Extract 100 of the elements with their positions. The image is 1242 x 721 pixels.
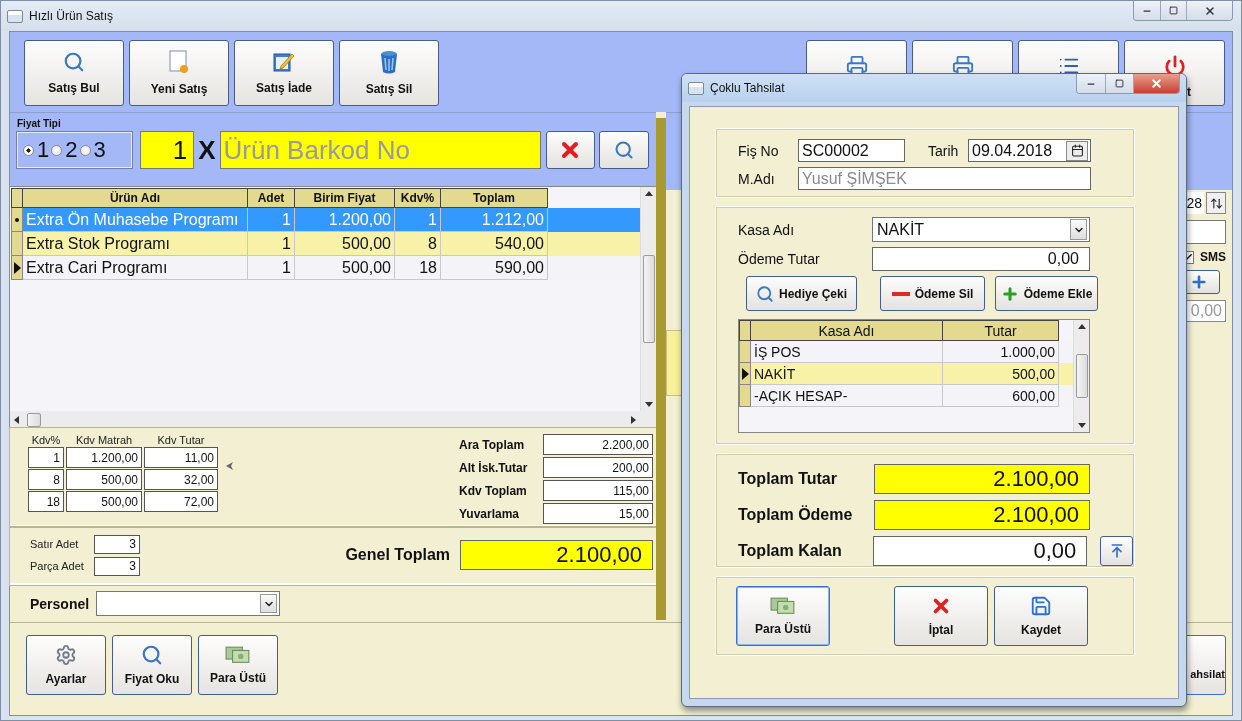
table-cell: 590,00 — [441, 256, 548, 280]
grand-total-field: 2.100,00 — [460, 540, 653, 570]
summary-field: 2.200,00 — [543, 434, 653, 455]
grand-total-label: Genel Toplam — [345, 546, 450, 564]
column-header[interactable]: Tutar — [943, 320, 1059, 341]
toolbar-button[interactable]: Satış İade — [234, 40, 334, 106]
transfer-button[interactable] — [1100, 536, 1133, 566]
window-icon — [7, 9, 23, 23]
column-header[interactable]: Ürün Adı — [23, 188, 248, 208]
header-corner — [739, 320, 751, 341]
collapse-icon — [226, 462, 233, 470]
scrollbar-thumb[interactable] — [1075, 354, 1088, 398]
action-button[interactable]: Para Üstü — [736, 586, 830, 646]
close-icon — [1203, 4, 1216, 17]
plus-icon — [1000, 284, 1019, 303]
radio-option[interactable]: 1 — [23, 137, 50, 163]
table-cell: 500,00 — [295, 256, 395, 280]
table-cell: -AÇIK HESAP- — [751, 385, 943, 407]
header-corner — [11, 188, 23, 208]
total-field: 2.100,00 — [874, 500, 1090, 530]
table-cell: 1 — [28, 447, 64, 468]
minus-icon — [891, 291, 910, 296]
close-button[interactable] — [1133, 74, 1179, 93]
radio-button[interactable] — [51, 144, 63, 156]
column-header: Kdv Tutar — [156, 434, 206, 446]
table-cell: Extra Cari Programı — [23, 256, 248, 280]
times-sign: X — [198, 134, 216, 166]
search-icon — [614, 140, 635, 160]
spin-button[interactable] — [1206, 192, 1226, 214]
column-header[interactable]: Kasa Adı — [751, 320, 943, 341]
table-cell: 600,00 — [943, 385, 1059, 407]
search-icon — [755, 284, 774, 303]
table-row[interactable]: Extra Stok Programı 1 500,00 8 540,00 — [11, 232, 640, 256]
scrollbar[interactable] — [640, 187, 656, 411]
banknote-icon — [770, 596, 796, 616]
maximize-button[interactable] — [1160, 1, 1186, 20]
count-field: 3 — [94, 534, 140, 554]
radio-option[interactable]: 3 — [79, 137, 106, 163]
clear-button[interactable] — [545, 131, 596, 169]
personel-dropdown[interactable] — [96, 591, 280, 616]
action-button[interactable]: İptal — [894, 586, 988, 646]
action-button[interactable]: Kaydet — [994, 586, 1088, 646]
summary-label: Yuvarlama — [459, 506, 521, 521]
receipt-number-field[interactable]: SC00002 — [798, 139, 905, 162]
action-button[interactable]: Para Üstü — [198, 635, 278, 695]
date-field[interactable]: 09.04.2018 — [968, 139, 1091, 162]
minimize-button[interactable] — [1077, 74, 1105, 93]
action-button[interactable]: Fiyat Oku — [112, 635, 192, 695]
up-down-icon — [1209, 196, 1223, 210]
price-type-label: Fiyat Tipi — [17, 118, 62, 129]
dialog-title: Çoklu Tahsilat — [710, 81, 785, 95]
search-icon — [63, 51, 85, 73]
quantity-field[interactable]: 1 — [140, 131, 195, 169]
radio-button[interactable] — [79, 144, 91, 156]
column-header[interactable]: Birim Fiyat — [295, 188, 395, 208]
action-button[interactable]: Hediye Çeki — [746, 276, 857, 311]
table-cell: 1 — [248, 256, 295, 280]
column-header[interactable]: Toplam — [441, 188, 548, 208]
close-icon — [1150, 77, 1163, 90]
column-header[interactable]: Adet — [248, 188, 295, 208]
window-icon — [688, 81, 704, 95]
payment-amount-field[interactable]: 0,00 — [872, 247, 1090, 271]
table-cell: 32,00 — [144, 469, 218, 490]
table-cell: 18 — [395, 256, 441, 280]
close-button[interactable] — [1186, 1, 1232, 20]
total-field: 2.100,00 — [874, 464, 1090, 494]
toolbar-button[interactable]: Yeni Satış — [129, 40, 229, 106]
scrollbar-thumb[interactable] — [642, 255, 655, 343]
window-title: Hızlı Ürün Satış — [29, 9, 114, 23]
field-label: M.Adı — [738, 170, 776, 187]
toolbar-button[interactable]: Satış Bul — [24, 40, 124, 106]
toolbar-button[interactable]: Satış Sil — [339, 40, 439, 106]
edit-icon — [273, 51, 295, 73]
table-cell: 72,00 — [144, 491, 218, 512]
action-button[interactable]: Ödeme Ekle — [995, 276, 1098, 311]
column-header: Kdv% — [30, 434, 62, 446]
table-row[interactable]: NAKİT 500,00 — [739, 363, 1073, 385]
barcode-field[interactable]: Ürün Barkod No — [219, 131, 541, 169]
arrow-icon — [13, 261, 21, 274]
search-button[interactable] — [599, 131, 649, 169]
cash-register-dropdown[interactable]: NAKİT — [872, 217, 1090, 242]
summary-field: 15,00 — [543, 503, 653, 524]
column-header[interactable]: Kdv% — [395, 188, 441, 208]
table-cell: 500,00 — [66, 491, 142, 512]
scrollbar[interactable] — [1073, 320, 1089, 432]
arrow-icon — [741, 367, 749, 380]
dot-icon — [15, 217, 19, 222]
field-label: Fiş No — [738, 142, 780, 159]
scroll-right-icon — [631, 415, 636, 424]
table-cell: 500,00 — [66, 469, 142, 490]
action-button[interactable]: Ödeme Sil — [880, 276, 985, 311]
radio-option[interactable]: 2 — [51, 137, 78, 163]
maximize-button[interactable] — [1105, 74, 1133, 93]
summary-label: Ara Toplam — [459, 437, 526, 452]
field-label: Tarih — [928, 142, 960, 159]
radio-button[interactable] — [23, 144, 34, 156]
action-button[interactable]: Ayarlar — [26, 635, 106, 695]
minimize-button[interactable] — [1134, 1, 1160, 20]
scrollbar-thumb[interactable] — [27, 412, 41, 427]
summary-label: Alt İsk.Tutar — [459, 460, 529, 475]
